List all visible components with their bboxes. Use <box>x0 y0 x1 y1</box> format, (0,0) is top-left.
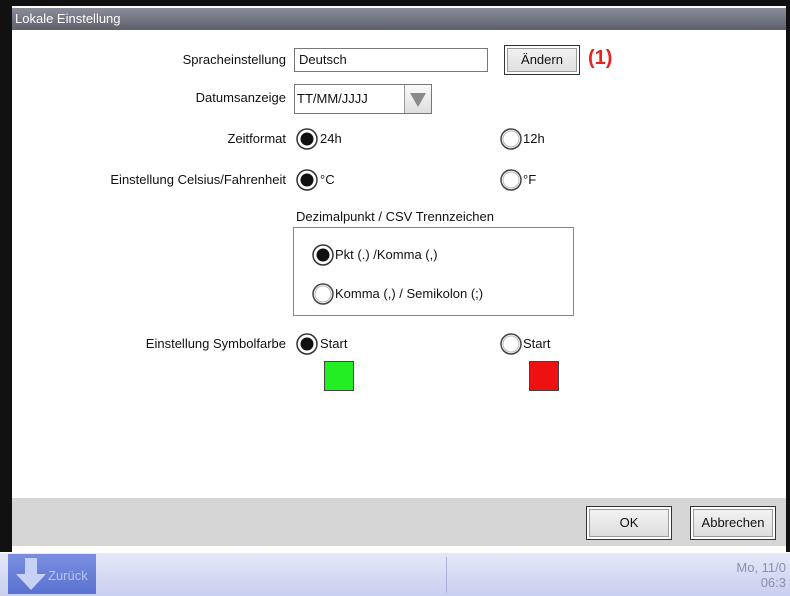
time-24h-label: 24h <box>320 131 342 146</box>
green-color-swatch <box>324 361 354 391</box>
decimal-point-option-label: Pkt (.) /Komma (,) <box>335 247 438 262</box>
ok-button[interactable]: OK <box>586 506 672 540</box>
radio-unselected-icon[interactable] <box>312 283 334 305</box>
window-frame-left <box>0 0 12 552</box>
decimal-group-title: Dezimalpunkt / CSV Trennzeichen <box>296 209 494 224</box>
back-button[interactable]: Zurück <box>8 554 96 594</box>
triangle-down-icon[interactable] <box>404 85 431 113</box>
decimal-comma-option-label: Komma (,) / Semikolon (;) <box>335 286 484 301</box>
radio-unselected-icon[interactable] <box>500 333 522 355</box>
fahrenheit-label: °F <box>523 172 537 187</box>
date-format-dropdown[interactable]: TT/MM/JJJJ <box>294 84 432 114</box>
time-12h-label: 12h <box>523 131 545 146</box>
date-display-label: Datumsanzeige <box>195 90 286 105</box>
time-text: 06:3 <box>760 575 786 590</box>
symbol-start-label-2: Start <box>523 336 551 351</box>
temperature-label: Einstellung Celsius/Fahrenheit <box>110 172 286 187</box>
window-title: Lokale Einstellung <box>12 8 786 30</box>
cancel-button[interactable]: Abbrechen <box>690 506 776 540</box>
window-frame-right <box>786 0 790 552</box>
arrow-down-icon <box>16 558 46 590</box>
radio-selected-icon[interactable] <box>296 128 318 150</box>
date-format-value: TT/MM/JJJJ <box>297 91 368 106</box>
datetime-display: Mo, 11/0 06:3 <box>700 560 786 590</box>
radio-selected-icon[interactable] <box>312 244 334 266</box>
taskbar-separator <box>446 557 447 593</box>
celsius-label: °C <box>320 172 335 187</box>
language-label: Spracheinstellung <box>182 52 286 67</box>
radio-unselected-icon[interactable] <box>500 128 522 150</box>
language-field[interactable]: Deutsch <box>294 48 488 72</box>
back-label: Zurück <box>48 568 88 583</box>
callout-label: (1) <box>588 47 613 69</box>
radio-selected-icon[interactable] <box>296 169 318 191</box>
radio-unselected-icon[interactable] <box>500 169 522 191</box>
symbol-start-label-1: Start <box>320 336 348 351</box>
time-format-label: Zeitformat <box>227 131 286 146</box>
red-color-swatch <box>529 361 559 391</box>
symbol-color-label: Einstellung Symbolfarbe <box>145 336 286 351</box>
change-language-button[interactable]: Ändern <box>504 45 580 75</box>
taskbar <box>0 552 790 596</box>
date-text: Mo, 11/0 <box>736 560 786 575</box>
radio-selected-icon[interactable] <box>296 333 318 355</box>
window-frame-top <box>0 0 790 6</box>
